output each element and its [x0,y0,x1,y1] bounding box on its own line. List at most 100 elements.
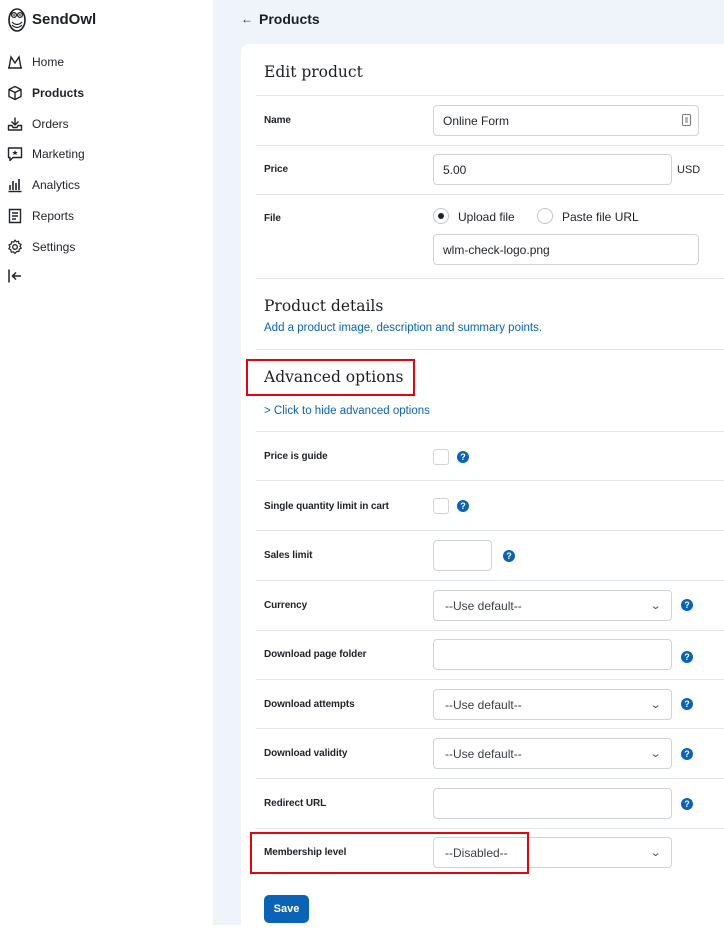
help-icon[interactable]: ? [457,451,469,463]
download-folder-label: Download page folder [264,649,367,660]
price-currency: USD [677,164,701,176]
paste-url-radio[interactable] [537,208,553,224]
divider [256,95,724,96]
price-is-guide-checkbox[interactable] [433,449,449,465]
sidebar-item-marketing[interactable]: Marketing [7,143,85,165]
products-icon [8,85,22,101]
advanced-options-title: Advanced options [264,368,404,386]
file-label: File [264,213,281,224]
single-quantity-checkbox[interactable] [433,498,449,514]
chevron-down-icon: ⌄ [649,600,662,612]
divider [256,278,724,279]
divider [256,431,724,432]
sidebar-item-label: Reports [32,209,75,223]
sidebar-item-label: Analytics [32,178,81,192]
divider [256,480,724,481]
field-options-icon[interactable] [682,114,691,126]
divider [256,194,724,195]
sidebar-item-home[interactable]: Home [7,51,64,73]
product-details-link[interactable]: Add a product image, description and sum… [264,322,542,334]
membership-level-label: Membership level [264,847,347,858]
file-input-value: wlm-check-logo.png [443,242,550,257]
main-content: ← Products Edit product Name Online Form… [213,0,724,944]
divider [256,828,724,829]
price-input[interactable]: 5.00 [433,154,672,185]
product-details-title: Product details [264,297,384,315]
edit-product-card: Edit product Name Online Form Price 5.00… [241,44,724,944]
sidebar-item-label: Products [32,86,85,100]
save-button[interactable]: Save [264,895,309,923]
currency-select[interactable]: --Use default-- ⌄ [433,590,672,621]
name-input[interactable]: Online Form [433,105,699,136]
sidebar-item-label: Orders [32,117,69,131]
settings-icon [8,239,22,255]
upload-file-label[interactable]: Upload file [458,210,515,224]
edit-product-title: Edit product [264,63,363,81]
name-input-value: Online Form [443,113,510,128]
redirect-url-input[interactable] [433,788,672,819]
sidebar-item-label: Home [32,55,65,69]
currency-select-value: --Use default-- [445,598,522,613]
help-icon[interactable]: ? [457,500,469,512]
divider [256,679,724,680]
sidebar-item-settings[interactable]: Settings [7,236,75,258]
logo[interactable]: SendOwl [8,6,96,32]
sidebar: SendOwl Home Products Orders Marketing A… [0,0,213,925]
back-arrow-icon: ← [241,12,253,26]
sales-limit-label: Sales limit [264,550,313,561]
download-validity-label: Download validity [264,748,348,759]
download-attempts-label: Download attempts [264,699,355,710]
sidebar-item-analytics[interactable]: Analytics [7,174,80,196]
analytics-icon [8,179,22,193]
divider [256,349,724,350]
divider [256,778,724,779]
hide-advanced-options-link[interactable]: > Click to hide advanced options [264,405,430,417]
name-label: Name [264,115,291,126]
price-label: Price [264,164,288,175]
divider [256,145,724,146]
app-name: SendOwl [32,10,97,28]
membership-level-select[interactable]: --Disabled-- ⌄ [433,837,672,868]
help-icon[interactable]: ? [681,798,693,810]
help-icon[interactable]: ? [681,748,693,760]
currency-label: Currency [264,600,308,611]
redirect-url-label: Redirect URL [264,798,327,809]
single-quantity-label: Single quantity limit in cart [264,501,389,512]
chevron-down-icon: ⌄ [649,699,662,711]
download-folder-input[interactable] [433,639,672,670]
divider [256,630,724,631]
owl-logo-icon [8,8,26,32]
sales-limit-input[interactable] [433,540,492,571]
sidebar-item-orders[interactable]: Orders [7,113,69,135]
marketing-icon [7,147,23,162]
upload-file-radio[interactable] [433,208,449,224]
reports-icon [8,208,22,224]
divider [256,530,724,531]
sidebar-item-reports[interactable]: Reports [7,205,74,227]
sidebar-item-label: Marketing [32,147,85,161]
chevron-down-icon: ⌄ [649,847,662,859]
paste-url-label[interactable]: Paste file URL [562,210,639,224]
logout-icon [8,269,21,283]
download-attempts-value: --Use default-- [445,697,522,712]
help-icon[interactable]: ? [503,550,515,562]
divider [256,728,724,729]
price-input-value: 5.00 [443,162,467,177]
back-to-products-link[interactable]: ← Products [241,11,320,27]
help-icon[interactable]: ? [681,698,693,710]
sidebar-item-products[interactable]: Products [7,82,84,104]
file-input[interactable]: wlm-check-logo.png [433,234,699,265]
download-validity-select[interactable]: --Use default-- ⌄ [433,738,672,769]
divider [256,580,724,581]
back-link-label: Products [259,11,320,27]
sidebar-item-logout[interactable] [7,265,32,287]
download-validity-value: --Use default-- [445,746,522,761]
download-attempts-select[interactable]: --Use default-- ⌄ [433,689,672,720]
help-icon[interactable]: ? [681,599,693,611]
orders-icon [7,117,23,131]
price-is-guide-label: Price is guide [264,451,328,462]
help-icon[interactable]: ? [681,651,693,663]
chevron-down-icon: ⌄ [649,748,662,760]
sidebar-item-label: Settings [32,240,76,254]
membership-level-value: --Disabled-- [445,845,508,860]
